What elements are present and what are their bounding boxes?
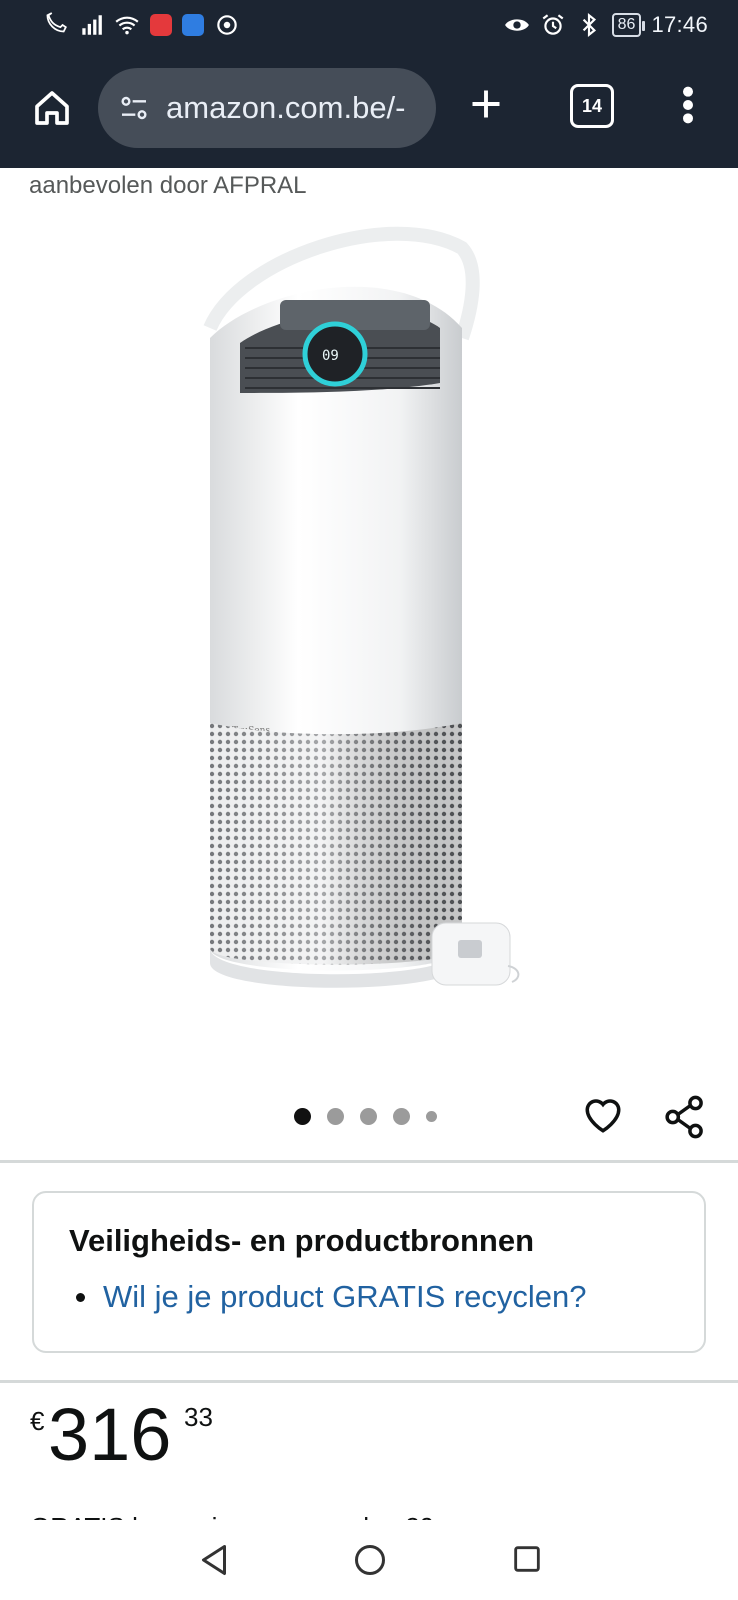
- bluetooth-icon: [582, 12, 596, 38]
- share-icon[interactable]: [664, 1094, 706, 1140]
- carousel-dot-1[interactable]: [294, 1108, 311, 1125]
- home-icon: [35, 91, 69, 125]
- heart-icon[interactable]: [582, 1094, 624, 1136]
- price-whole: 316: [48, 1393, 172, 1476]
- alarm-icon: [542, 14, 564, 35]
- svg-text:09: 09: [322, 348, 339, 364]
- safety-resources-title: Veiligheids- en productbronnen: [69, 1223, 535, 1258]
- carousel-dot-4[interactable]: [393, 1108, 410, 1125]
- more-vert-icon: [683, 86, 693, 124]
- clock: 17:46: [651, 12, 708, 37]
- tab-switcher-button[interactable]: 14: [570, 84, 614, 128]
- image-carousel-indicator[interactable]: [294, 1108, 437, 1125]
- browser-menu-button[interactable]: [672, 78, 704, 132]
- cloud-app-icon: [182, 14, 204, 36]
- wifi-icon: [115, 16, 139, 35]
- safety-resources-card: Veiligheids- en productbronnen Wil je je…: [32, 1191, 706, 1353]
- tune-icon: [121, 96, 147, 120]
- seller-recommendation: aanbevolen door AFPRAL: [29, 172, 307, 199]
- browser-toolbar: amazon.com.be/- 14: [0, 60, 738, 160]
- bullet: [76, 1292, 85, 1302]
- tab-count: 14: [581, 95, 603, 116]
- status-bar: 86 17:46: [0, 0, 738, 52]
- browser-chrome: 86 17:46 amazon.com.be/- 14: [0, 0, 738, 168]
- plus-icon: [472, 90, 500, 118]
- air-purifier-image[interactable]: 09 TruSens: [200, 218, 540, 1018]
- recycle-link[interactable]: Wil je je product GRATIS recyclen?: [103, 1279, 587, 1315]
- home-button[interactable]: [26, 82, 78, 134]
- url-bar[interactable]: amazon.com.be/-: [98, 68, 436, 148]
- divider: [0, 1380, 738, 1383]
- huawei-app-icon: [150, 14, 172, 36]
- carousel-dot-5[interactable]: [426, 1111, 437, 1122]
- carousel-dot-2[interactable]: [327, 1108, 344, 1125]
- recycle-link-row: Wil je je product GRATIS recyclen?: [76, 1279, 587, 1315]
- url-text: amazon.com.be/-: [166, 90, 406, 125]
- divider: [0, 1160, 738, 1163]
- home-circle-icon[interactable]: [352, 1542, 388, 1578]
- site-settings-button[interactable]: [114, 88, 154, 128]
- chrome-app-icon: [217, 15, 237, 35]
- signal-icon: [82, 15, 102, 35]
- battery-indicator: 86: [611, 13, 646, 37]
- back-icon[interactable]: [196, 1542, 232, 1578]
- price-fraction: 33: [184, 1402, 213, 1432]
- price-currency: €: [30, 1406, 45, 1436]
- recent-apps-icon[interactable]: [510, 1542, 544, 1576]
- eye-icon: [504, 19, 529, 31]
- wifi-call-icon: [46, 12, 67, 33]
- new-tab-button[interactable]: [462, 80, 510, 128]
- carousel-dot-3[interactable]: [360, 1108, 377, 1125]
- system-nav-bar: [0, 1520, 738, 1600]
